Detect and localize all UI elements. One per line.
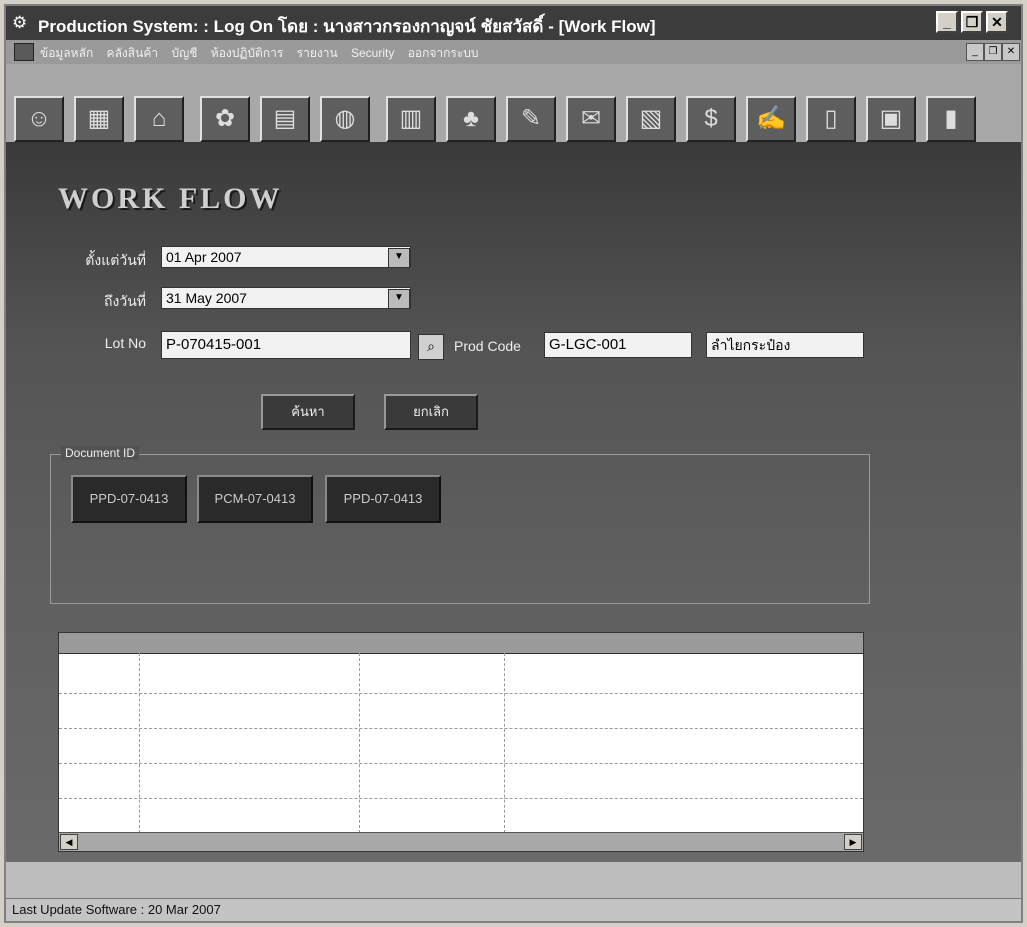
menu-item-warehouse[interactable]: คลังสินค้า bbox=[107, 46, 159, 60]
title-bar: ⚙ Production System: : Log On โดย : นางส… bbox=[6, 6, 1021, 40]
app-icon: ⚙ bbox=[12, 13, 28, 32]
grid-column-line bbox=[359, 653, 360, 833]
document-icon[interactable]: ▯ bbox=[806, 96, 856, 142]
grid-row-line bbox=[59, 763, 863, 764]
grid-header bbox=[59, 633, 863, 654]
menu-item-accounting[interactable]: บัญชี bbox=[171, 46, 197, 60]
book-icon[interactable]: ▣ bbox=[866, 96, 916, 142]
search-icon[interactable]: ⌕ bbox=[418, 334, 444, 360]
calendar-icon[interactable]: ▧ bbox=[626, 96, 676, 142]
menu-item-logout[interactable]: ออกจากระบบ bbox=[408, 46, 479, 60]
to-date-field[interactable]: 31 May 2007 bbox=[161, 287, 411, 309]
product-name-value: ลำไยกระป๋อง bbox=[711, 337, 791, 353]
mail-icon[interactable]: ✉ bbox=[566, 96, 616, 142]
close-button[interactable]: ✕ bbox=[986, 11, 1008, 33]
tool-icon[interactable]: ✎ bbox=[506, 96, 556, 142]
document-button-3[interactable]: PPD-07-0413 bbox=[325, 475, 441, 523]
document-id-legend: Document ID bbox=[61, 446, 140, 460]
document-id-group: Document ID PPD-07-0413 PCM-07-0413 PPD-… bbox=[50, 446, 870, 604]
to-date-label: ถึงวันที่ bbox=[104, 293, 146, 309]
prod-code-label: Prod Code bbox=[454, 338, 521, 354]
mdi-minimize-button[interactable]: _ bbox=[966, 43, 984, 61]
document-button-1[interactable]: PPD-07-0413 bbox=[71, 475, 187, 523]
menu-items: ข้อมูลหลัก คลังสินค้า บัญชี ห้องปฏิบัติก… bbox=[40, 44, 489, 63]
grid-icon[interactable]: ▤ bbox=[260, 96, 310, 142]
user-icon[interactable]: ☺ bbox=[14, 96, 64, 142]
mdi-restore-button[interactable]: ❐ bbox=[984, 43, 1002, 61]
from-date-field[interactable]: 01 Apr 2007 bbox=[161, 246, 411, 268]
mdi-close-button[interactable]: ✕ bbox=[1002, 43, 1020, 61]
grid-row-line bbox=[59, 693, 863, 694]
money-icon[interactable]: $ bbox=[686, 96, 736, 142]
main-window: ⚙ Production System: : Log On โดย : นางส… bbox=[4, 4, 1023, 923]
menu-item-lab[interactable]: ห้องปฏิบัติการ bbox=[211, 46, 284, 60]
from-date-label: ตั้งแต่วันที่ bbox=[85, 252, 146, 268]
window-title: Production System: : Log On โดย : นางสาว… bbox=[38, 17, 656, 36]
lot-no-label: Lot No bbox=[104, 335, 146, 351]
restore-button[interactable]: ❐ bbox=[961, 11, 983, 33]
lot-no-field[interactable]: P-070415-001 bbox=[161, 331, 411, 359]
to-date-dropdown-button[interactable]: ▼ bbox=[388, 289, 410, 309]
notes-icon[interactable]: ✍ bbox=[746, 96, 796, 142]
search-button[interactable]: ค้นหา bbox=[261, 394, 355, 430]
document-button-2[interactable]: PCM-07-0413 bbox=[197, 475, 313, 523]
grid-column-line bbox=[139, 653, 140, 833]
map-icon[interactable]: ▦ bbox=[74, 96, 124, 142]
exit-door-icon[interactable]: ▮ bbox=[926, 96, 976, 142]
grid-horizontal-scrollbar[interactable]: ◀ ▶ bbox=[59, 832, 863, 851]
minimize-button[interactable]: _ bbox=[936, 11, 958, 33]
chart-icon[interactable]: ▥ bbox=[386, 96, 436, 142]
house-icon[interactable]: ⌂ bbox=[134, 96, 184, 142]
scroll-right-icon[interactable]: ▶ bbox=[844, 834, 862, 850]
mdi-child-icon bbox=[14, 43, 34, 61]
scroll-left-icon[interactable]: ◀ bbox=[60, 834, 78, 850]
menu-item-report[interactable]: รายงาน bbox=[297, 46, 338, 60]
work-flow-form: WORK FLOW ตั้งแต่วันที่ 01 Apr 2007 ▼ ถึ… bbox=[6, 142, 1021, 862]
to-date-value: 31 May 2007 bbox=[166, 290, 247, 306]
from-date-dropdown-button[interactable]: ▼ bbox=[388, 248, 410, 268]
product-name-field: ลำไยกระป๋อง bbox=[706, 332, 864, 358]
menu-item-master[interactable]: ข้อมูลหลัก bbox=[40, 46, 93, 60]
tree-icon[interactable]: ♣ bbox=[446, 96, 496, 142]
flower-icon[interactable]: ✿ bbox=[200, 96, 250, 142]
grid-row-line bbox=[59, 728, 863, 729]
prod-code-value: G-LGC-001 bbox=[549, 336, 627, 353]
grid-row-line bbox=[59, 798, 863, 799]
page-title: WORK FLOW bbox=[58, 182, 283, 215]
menu-bar: ข้อมูลหลัก คลังสินค้า บัญชี ห้องปฏิบัติก… bbox=[6, 40, 1021, 64]
from-date-value: 01 Apr 2007 bbox=[166, 249, 242, 265]
globe-icon[interactable]: ◍ bbox=[320, 96, 370, 142]
grid-column-line bbox=[504, 653, 505, 833]
work-flow-grid[interactable]: ◀ ▶ bbox=[58, 632, 864, 852]
prod-code-field[interactable]: G-LGC-001 bbox=[544, 332, 692, 358]
menu-item-security[interactable]: Security bbox=[351, 46, 394, 60]
lot-no-value: P-070415-001 bbox=[166, 336, 262, 353]
toolbar: ☺ ▦ ⌂ ✿ ▤ ◍ ▥ ♣ ✎ ✉ ▧ $ ✍ ▯ ▣ ▮ bbox=[6, 64, 1021, 144]
status-bar: Last Update Software : 20 Mar 2007 bbox=[6, 898, 1021, 921]
status-text: Last Update Software : 20 Mar 2007 bbox=[12, 902, 221, 917]
clear-button[interactable]: ยกเลิก bbox=[384, 394, 478, 430]
